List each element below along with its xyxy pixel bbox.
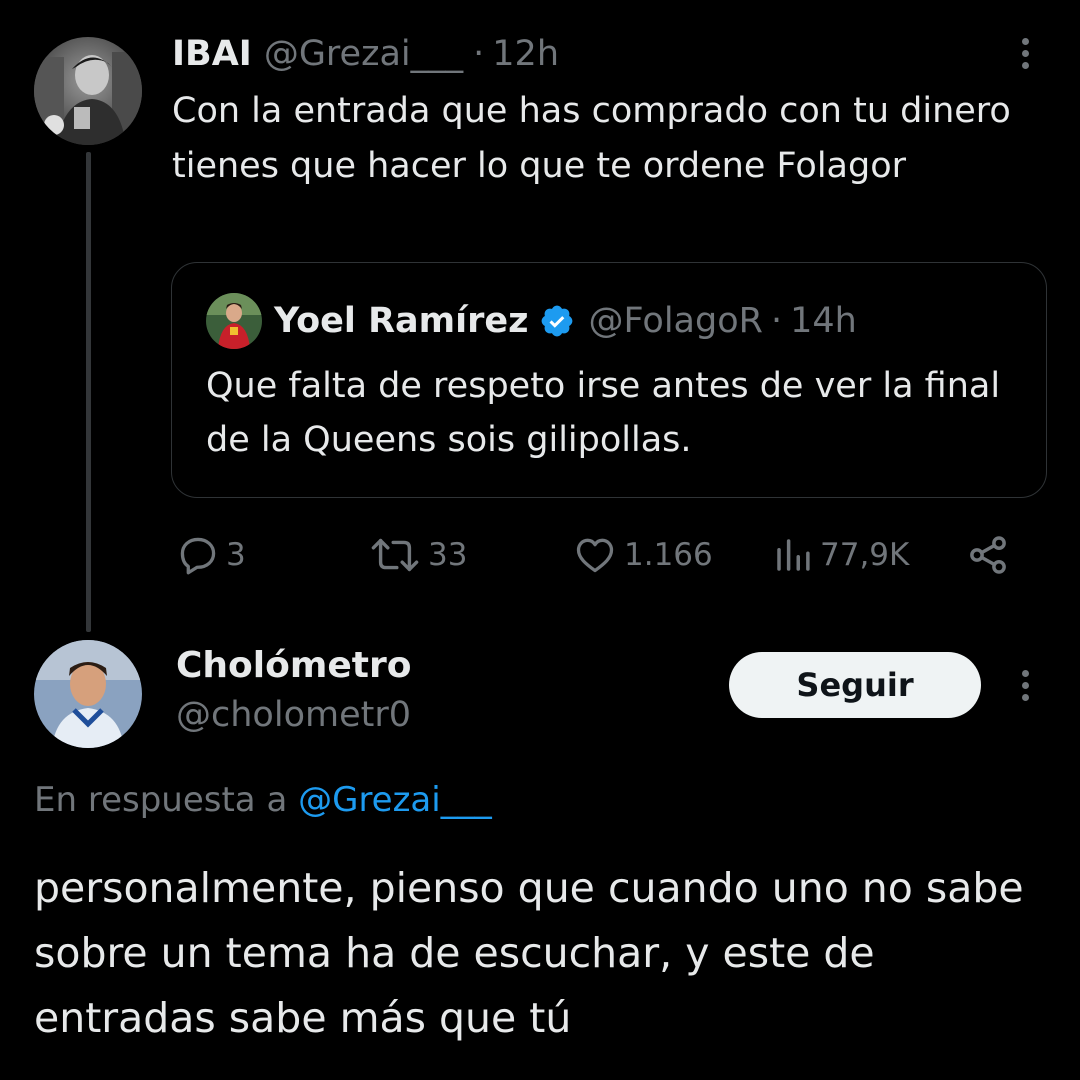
quoted-tweet-author-handle: @FolagoR <box>588 301 763 341</box>
main-tweet-header: IBAI @Grezai___ · 12h <box>172 30 559 78</box>
main-tweet-action-bar: 3 33 1.166 77,9K <box>172 530 1012 580</box>
verified-badge-icon <box>539 303 575 339</box>
quoted-tweet-text: Que falta de respeto irse antes de ver l… <box>206 366 1001 460</box>
reply-count: 3 <box>226 537 246 573</box>
like-count: 1.166 <box>624 537 713 573</box>
share-icon <box>970 536 1006 574</box>
reply-tweet-author-handle[interactable]: @cholometr0 <box>176 695 411 735</box>
reply-icon <box>180 537 216 575</box>
yoel-avatar <box>206 293 262 349</box>
quoted-tweet-header: Yoel Ramírez @FolagoR · 14h <box>206 293 857 349</box>
reply-context: En respuesta a @Grezai___ <box>34 780 492 820</box>
quoted-tweet-timestamp: 14h <box>790 301 857 341</box>
share-button[interactable] <box>966 530 1010 580</box>
follow-button[interactable]: Seguir <box>729 652 981 718</box>
reply-button[interactable]: 3 <box>176 530 246 580</box>
reply-tweet-text: personalmente, pienso que cuando uno no … <box>34 864 1024 1042</box>
views-chart-icon <box>777 539 810 571</box>
retweet-count: 33 <box>428 537 468 573</box>
main-tweet-author-name[interactable]: IBAI <box>172 34 252 74</box>
like-button[interactable]: 1.166 <box>572 530 713 580</box>
retweet-icon <box>371 538 419 572</box>
views-button[interactable]: 77,9K <box>772 530 909 580</box>
reply-tweet-author-name[interactable]: Cholómetro <box>176 645 411 686</box>
heart-icon <box>576 538 614 573</box>
quoted-tweet-card[interactable]: Yoel Ramírez @FolagoR · 14h Que falta de… <box>171 262 1047 498</box>
thread-connector-line <box>86 152 91 632</box>
main-tweet-text: Con la entrada que has comprado con tu d… <box>172 91 1011 186</box>
ibai-avatar[interactable] <box>34 37 142 145</box>
main-tweet-separator: · <box>473 34 485 74</box>
views-count: 77,9K <box>820 537 910 573</box>
reply-context-mention[interactable]: @Grezai___ <box>298 780 492 820</box>
reply-context-prefix: En respuesta a <box>34 780 288 820</box>
retweet-button[interactable]: 33 <box>368 530 467 580</box>
reply-tweet-more-icon[interactable] <box>1020 670 1030 701</box>
quoted-tweet-separator: · <box>770 301 783 341</box>
main-tweet-more-icon[interactable] <box>1020 38 1030 69</box>
cholometro-avatar[interactable] <box>34 640 142 748</box>
quoted-tweet-author-name: Yoel Ramírez <box>274 301 529 341</box>
main-tweet-timestamp[interactable]: 12h <box>492 34 559 74</box>
main-tweet-author-handle[interactable]: @Grezai___ <box>264 34 463 74</box>
